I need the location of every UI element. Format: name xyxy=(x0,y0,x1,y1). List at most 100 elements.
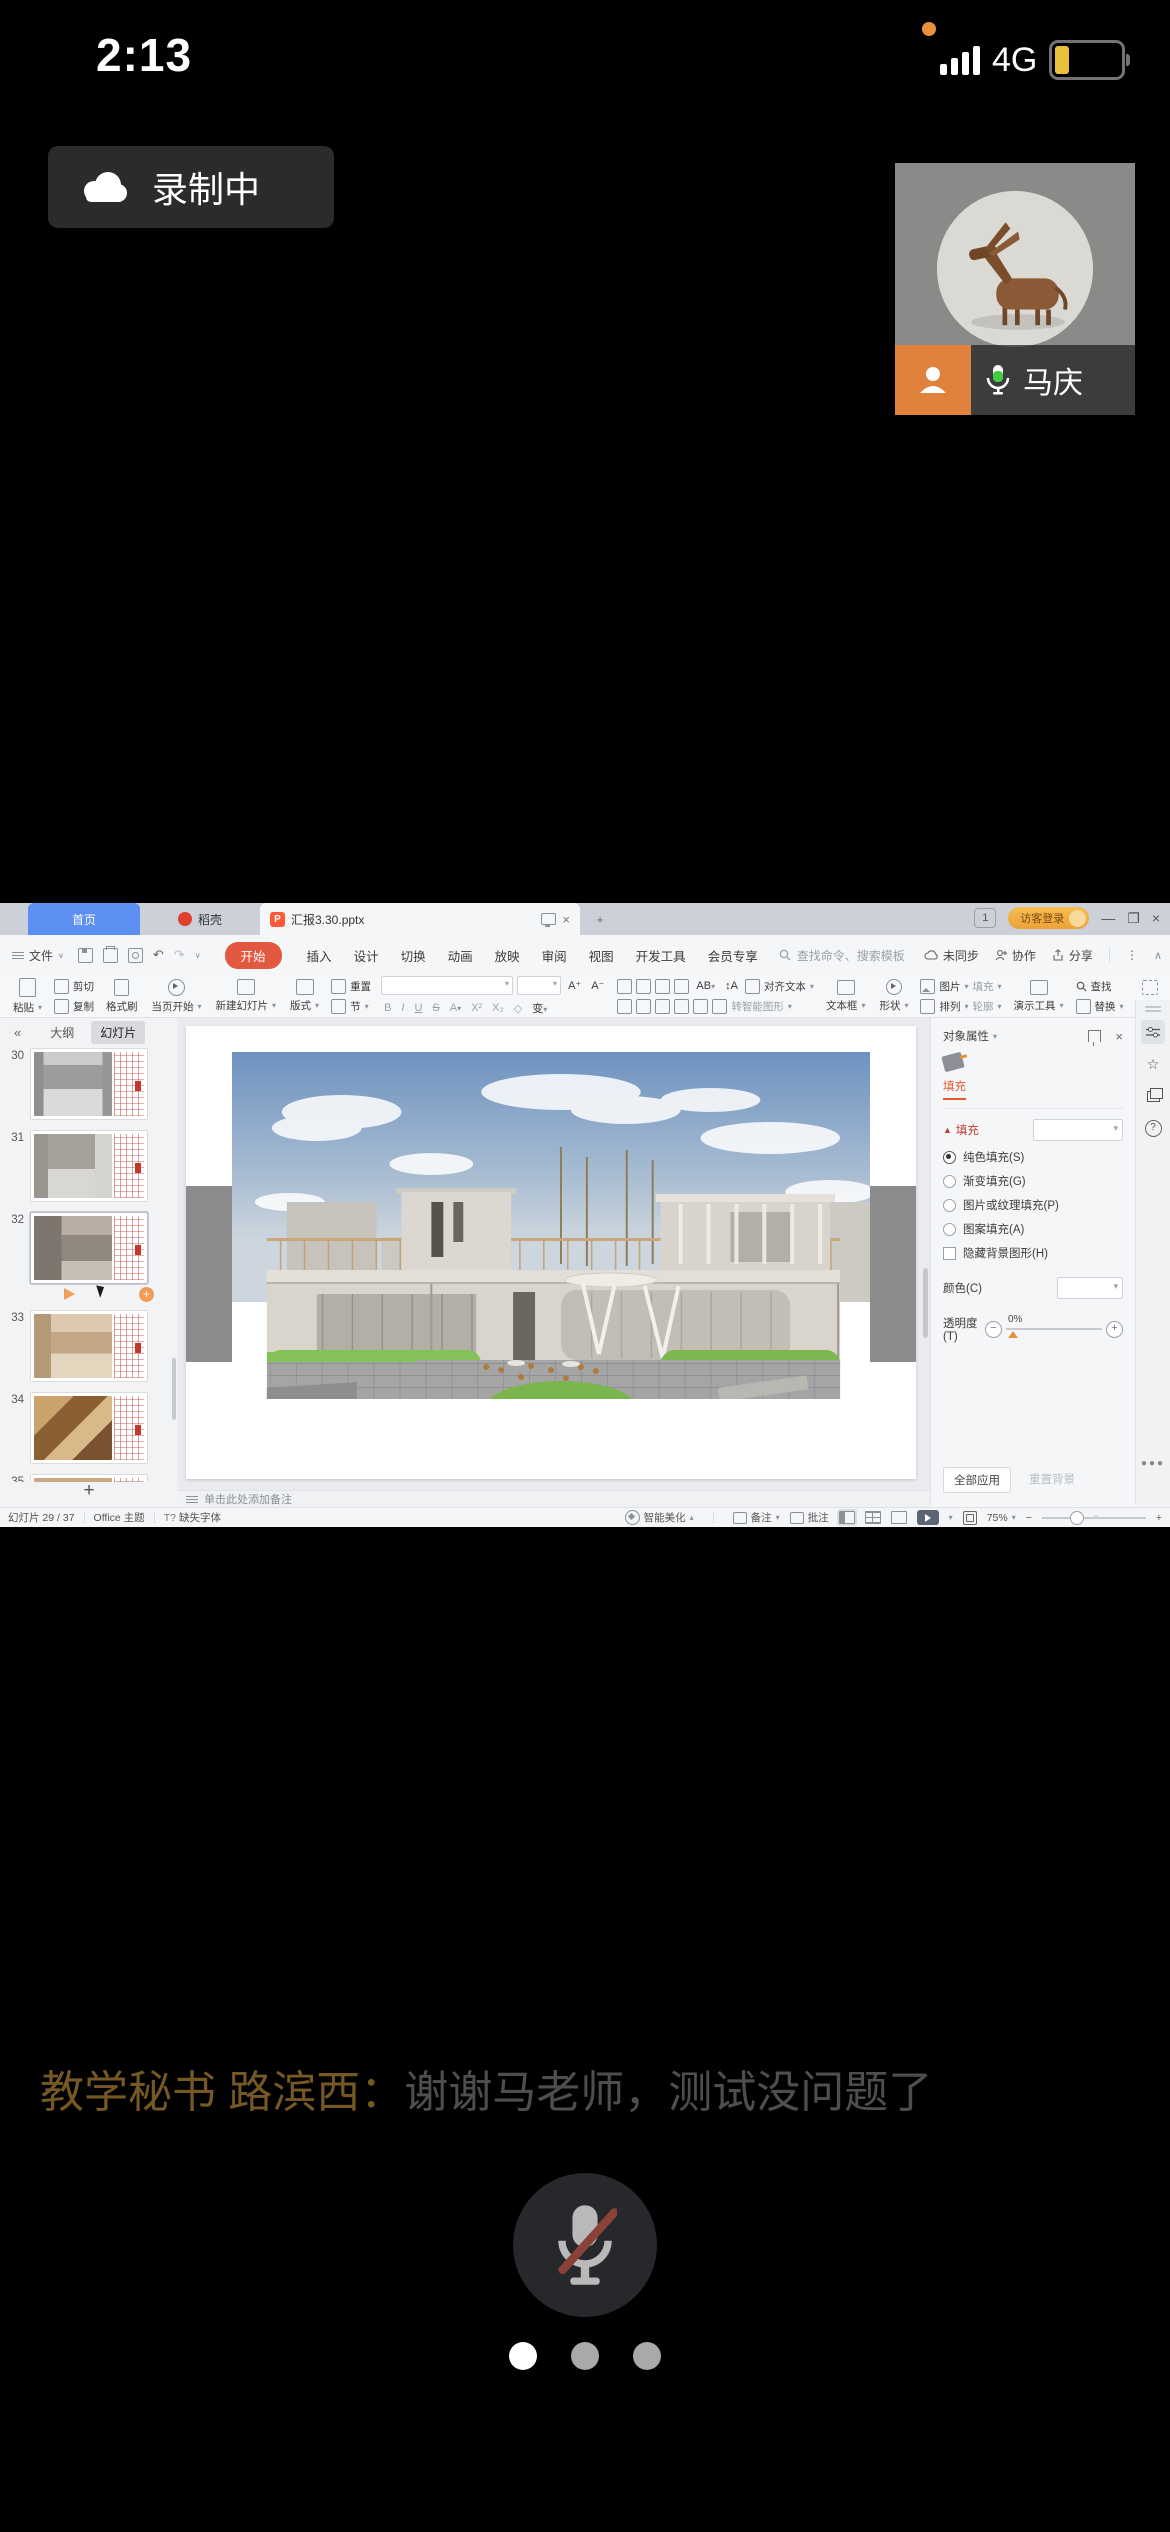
superscript-icon[interactable]: X² xyxy=(468,1002,485,1014)
tab-slides[interactable]: 幻灯片 xyxy=(91,1021,145,1044)
slide-thumb-30[interactable]: 30 xyxy=(0,1048,178,1120)
ribbon-tab-member[interactable]: 会员专享 xyxy=(708,942,758,969)
subscript-icon[interactable]: X₂ xyxy=(489,1002,507,1014)
reading-view-icon[interactable] xyxy=(891,1511,907,1524)
font-size-box[interactable] xyxy=(517,976,561,995)
align-left-icon[interactable] xyxy=(617,999,632,1014)
notes-toggle-button[interactable]: 备注▾ xyxy=(733,1510,780,1525)
smart-beautify-button[interactable]: 智能美化▴ xyxy=(625,1510,694,1525)
canvas-scrollbar[interactable] xyxy=(923,1268,928,1338)
format-painter-button[interactable]: 格式刷 xyxy=(99,979,145,1014)
fill-preset-dropdown[interactable] xyxy=(1033,1119,1123,1141)
present-monitor-icon[interactable] xyxy=(541,913,556,925)
ribbon-tab-developer[interactable]: 开发工具 xyxy=(636,942,686,969)
window-count[interactable]: 1 xyxy=(974,908,996,928)
properties-sliders-icon[interactable] xyxy=(1141,1020,1165,1044)
new-slide-button[interactable]: 新建幻灯片▾ xyxy=(209,979,284,1013)
justify-icon[interactable] xyxy=(674,999,689,1014)
slide-thumb-34[interactable]: 34 xyxy=(0,1392,178,1464)
outline-button[interactable]: 轮廓▾ xyxy=(972,999,1001,1014)
zoom-slider[interactable] xyxy=(1042,1517,1146,1519)
option-solid-fill[interactable]: 纯色填充(S) xyxy=(943,1149,1123,1165)
recording-badge[interactable]: 录制中 xyxy=(48,146,334,228)
transparency-minus-button[interactable]: − xyxy=(985,1321,1002,1338)
italic-button[interactable]: I xyxy=(398,1002,407,1014)
share-button[interactable]: 分享 xyxy=(1052,947,1093,964)
textbox-button[interactable]: 文本框▾ xyxy=(819,980,873,1013)
tab-document[interactable]: P 汇报3.30.pptx × xyxy=(260,903,580,935)
tab-docer[interactable]: 稻壳 xyxy=(140,903,260,935)
underline-button[interactable]: U xyxy=(411,1002,425,1014)
copy-button[interactable]: 复制 xyxy=(54,999,94,1014)
replace-button[interactable]: 替换▾ xyxy=(1076,999,1124,1014)
guest-login-pill[interactable]: 访客登录 xyxy=(1008,907,1089,929)
picture-button[interactable]: 图片▾ xyxy=(920,979,968,994)
shapes-button[interactable]: 形状▾ xyxy=(872,979,915,1013)
arrange-button[interactable]: 排列▾ xyxy=(920,999,968,1014)
layout-button[interactable]: 版式▾ xyxy=(283,979,326,1013)
present-tools-button[interactable]: 演示工具▾ xyxy=(1007,980,1071,1013)
section-button[interactable]: 节▾ xyxy=(331,999,371,1014)
numbered-list-icon[interactable] xyxy=(636,979,651,994)
page-dot[interactable] xyxy=(571,2342,599,2370)
slide-thumb-31[interactable]: 31 xyxy=(0,1130,178,1202)
option-gradient-fill[interactable]: 渐变填充(G) xyxy=(943,1173,1123,1189)
transparency-slider[interactable]: 0% xyxy=(1006,1328,1102,1330)
new-tab-button[interactable]: + xyxy=(580,903,620,935)
theme-name[interactable]: Office 主题 xyxy=(94,1510,145,1525)
find-button[interactable]: 查找 xyxy=(1076,979,1124,994)
current-slide[interactable] xyxy=(186,1026,916,1479)
print-preview-icon[interactable] xyxy=(128,948,143,963)
ribbon-tab-review[interactable]: 审阅 xyxy=(542,942,567,969)
indent-decrease-icon[interactable] xyxy=(655,979,670,994)
indent-increase-icon[interactable] xyxy=(674,979,689,994)
play-from-current-button[interactable]: 当页开始▾ xyxy=(145,979,209,1014)
undo-icon[interactable]: ↶ xyxy=(153,947,164,963)
strike-button[interactable]: S xyxy=(429,1002,442,1014)
close-panel-icon[interactable]: × xyxy=(1115,1029,1123,1044)
normal-view-icon[interactable] xyxy=(839,1511,855,1524)
missing-font-label[interactable]: 缺失字体 xyxy=(179,1510,221,1525)
command-search[interactable]: 查找命令、搜索模板 xyxy=(779,947,905,964)
text-effect-icon[interactable]: 变▾ xyxy=(529,1000,550,1016)
close-tab-icon[interactable]: × xyxy=(562,912,570,927)
font-color-icon[interactable]: A▾ xyxy=(447,1002,464,1014)
save-icon[interactable] xyxy=(78,948,93,963)
file-menu[interactable]: 文件∨ xyxy=(12,947,64,964)
ribbon-tab-slideshow[interactable]: 放映 xyxy=(495,942,520,969)
participant-tile[interactable]: 马庆 xyxy=(895,163,1135,415)
align-right-icon[interactable] xyxy=(655,999,670,1014)
bullet-list-icon[interactable] xyxy=(617,979,632,994)
slideshow-play-button[interactable] xyxy=(917,1510,939,1525)
play-slide-icon[interactable] xyxy=(64,1288,75,1300)
collapse-panel-icon[interactable]: « xyxy=(14,1025,21,1040)
clear-format-icon[interactable]: ◇ xyxy=(511,1002,525,1015)
transparency-plus-button[interactable]: + xyxy=(1106,1321,1123,1338)
align-text-button[interactable]: 对齐文本▾ xyxy=(745,979,814,994)
more-menu-icon[interactable]: ⋮ xyxy=(1126,948,1138,962)
text-direction-icon[interactable]: AB▾ xyxy=(693,980,718,992)
option-pattern-fill[interactable]: 图案填充(A) xyxy=(943,1221,1123,1237)
minimize-button[interactable]: — xyxy=(1101,911,1115,925)
fit-slide-icon[interactable] xyxy=(963,1511,977,1525)
reset-button[interactable]: 重置 xyxy=(331,979,371,994)
option-hide-background[interactable]: 隐藏背景图形(H) xyxy=(943,1245,1123,1261)
slide-sorter-view-icon[interactable] xyxy=(865,1511,881,1524)
slide-panel-scrollbar[interactable] xyxy=(172,1358,176,1420)
fill-button[interactable]: 填充▾ xyxy=(972,979,1001,994)
play-options-caret[interactable]: ▾ xyxy=(949,1513,953,1522)
tab-home[interactable]: 首页 xyxy=(28,903,140,935)
page-dot-active[interactable] xyxy=(509,2342,537,2370)
print-icon[interactable] xyxy=(103,948,118,963)
close-window-button[interactable]: × xyxy=(1152,911,1160,925)
comments-button[interactable]: 批注 xyxy=(790,1510,829,1525)
quick-access-caret[interactable]: ∨ xyxy=(195,951,201,960)
insert-slide-icon[interactable]: + xyxy=(139,1287,154,1302)
ribbon-tab-transition[interactable]: 切换 xyxy=(401,942,426,969)
apply-all-button[interactable]: 全部应用 xyxy=(943,1467,1011,1493)
zoom-percent[interactable]: 75%▾ xyxy=(987,1512,1016,1524)
zoom-slider-knob[interactable] xyxy=(1070,1511,1084,1525)
restore-button[interactable]: ❐ xyxy=(1127,911,1140,925)
redo-icon[interactable]: ↷ xyxy=(174,947,185,963)
collaborate-button[interactable]: 协作 xyxy=(995,947,1036,964)
